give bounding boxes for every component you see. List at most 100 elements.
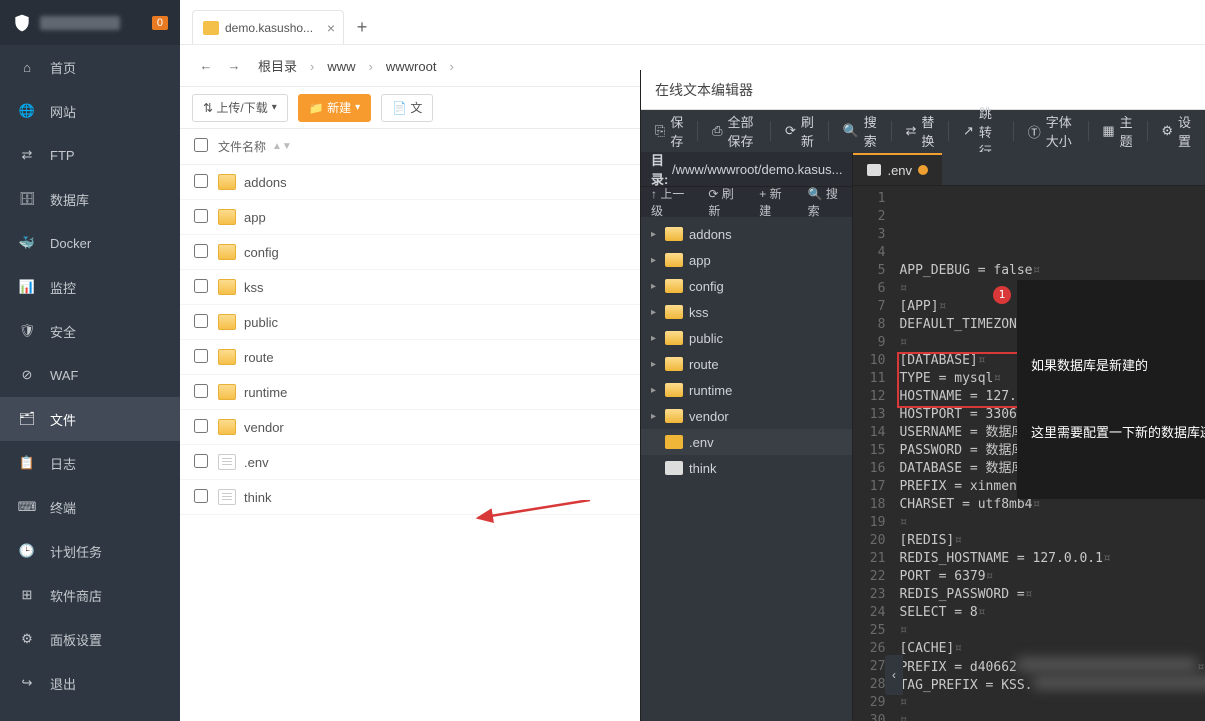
code-line[interactable]: PREFIX = d40662¤	[899, 658, 1205, 676]
editor-btn-5[interactable]: ↗跳转行	[949, 110, 1013, 152]
annotation-tooltip: 1 如果数据库是新建的 这里需要配置一下新的数据库连接参数	[1017, 280, 1205, 499]
collapse-handle[interactable]: ‹	[885, 655, 903, 695]
upload-download-button[interactable]: ⇅ 上传/下载 ▾	[192, 94, 288, 122]
editor-btn-0[interactable]: ⎘保存	[641, 110, 697, 152]
editor-btn-3[interactable]: 🔍搜索	[829, 110, 891, 152]
tab-demo[interactable]: demo.kasusho... ×	[192, 10, 344, 44]
code-line[interactable]: APP_DEBUG = false¤	[899, 262, 1205, 280]
sidebar-item-folder[interactable]: 🗂文件	[0, 397, 180, 441]
expand-icon[interactable]: ▸	[651, 385, 665, 396]
tree-item[interactable]: ▸public	[641, 325, 852, 351]
log-icon: 📋	[18, 454, 36, 472]
row-checkbox[interactable]	[194, 489, 208, 503]
folder-icon	[218, 349, 236, 365]
expand-icon[interactable]: ▸	[651, 359, 665, 370]
tree-item[interactable]: ▸app	[641, 247, 852, 273]
row-checkbox[interactable]	[194, 454, 208, 468]
sidebar-item-clock[interactable]: 🕒计划任务	[0, 529, 180, 573]
row-checkbox[interactable]	[194, 314, 208, 328]
code-line[interactable]: REDIS_HOSTNAME = 127.0.0.1¤	[899, 550, 1205, 568]
text-button[interactable]: 📄 文	[381, 94, 433, 122]
editor-btn-4[interactable]: ⇄替换	[891, 110, 948, 152]
tree-toolbar-button[interactable]: + 新建	[749, 187, 797, 217]
notification-badge[interactable]: 0	[152, 16, 168, 30]
code-line[interactable]: ¤	[899, 694, 1205, 712]
editor-btn-8[interactable]: ⚙设置	[1147, 110, 1205, 152]
code-line[interactable]: [REDIS]¤	[899, 532, 1205, 550]
tree-item[interactable]: .env	[641, 429, 852, 455]
code-line[interactable]: SELECT = 8¤	[899, 604, 1205, 622]
folder-icon: 📁	[309, 101, 324, 115]
expand-icon[interactable]: ▸	[651, 255, 665, 266]
close-icon[interactable]: ×	[327, 20, 335, 36]
back-button[interactable]: ←	[192, 52, 220, 80]
row-checkbox[interactable]	[194, 349, 208, 363]
sort-icon[interactable]: ▲▼	[272, 141, 292, 152]
editor-btn-6[interactable]: Ⓣ字体大小	[1014, 110, 1088, 152]
code-line[interactable]: ¤	[899, 514, 1205, 532]
editor-btn-7[interactable]: ▦主题	[1088, 110, 1146, 152]
editor-btn-1[interactable]: ⎙全部保存	[698, 110, 770, 152]
row-checkbox[interactable]	[194, 279, 208, 293]
code-line[interactable]: [CACHE]¤	[899, 640, 1205, 658]
file-name: route	[244, 350, 274, 365]
code-line[interactable]: ¤	[899, 712, 1205, 721]
sidebar-item-ftp[interactable]: ⇄FTP	[0, 133, 180, 177]
breadcrumb-item[interactable]: www	[317, 59, 365, 74]
sidebar-item-database[interactable]: 🗄数据库	[0, 177, 180, 221]
code-line[interactable]: TAG_PREFIX = KSS.35¤	[899, 676, 1205, 694]
sidebar-item-terminal[interactable]: ⌨终端	[0, 485, 180, 529]
sidebar-item-home[interactable]: ⌂首页	[0, 45, 180, 89]
breadcrumb-item[interactable]: wwwroot	[376, 59, 447, 74]
code-line[interactable]: ¤	[899, 622, 1205, 640]
expand-icon[interactable]: ▸	[651, 307, 665, 318]
chevron-right-icon: ›	[307, 59, 317, 74]
tree-item[interactable]: ▸kss	[641, 299, 852, 325]
row-checkbox[interactable]	[194, 209, 208, 223]
row-checkbox[interactable]	[194, 174, 208, 188]
sidebar-item-docker[interactable]: 🐳Docker	[0, 221, 180, 265]
sidebar-item-monitor[interactable]: 📊监控	[0, 265, 180, 309]
column-name[interactable]: 文件名称	[218, 138, 266, 155]
tree-item[interactable]: think	[641, 455, 852, 481]
tree-item[interactable]: ▸route	[641, 351, 852, 377]
tree-toolbar-button[interactable]: 🔍 搜索	[798, 187, 853, 217]
nav-label: 数据库	[50, 190, 89, 209]
breadcrumb-item[interactable]: 根目录	[248, 59, 307, 74]
tree-item[interactable]: ▸ addons	[641, 221, 852, 247]
sidebar-item-globe[interactable]: 🌐网站	[0, 89, 180, 133]
editor-tab-env[interactable]: .env	[853, 153, 942, 185]
tree-toolbar-button[interactable]: ⟳ 刷新	[698, 187, 749, 217]
tree-toolbar-button[interactable]: ↑ 上一级	[641, 187, 698, 217]
sidebar-item-log[interactable]: 📋日志	[0, 441, 180, 485]
sidebar-item-gear[interactable]: ⚙面板设置	[0, 617, 180, 661]
expand-icon[interactable]: ▸	[651, 411, 665, 422]
expand-icon[interactable]: ▸	[651, 281, 665, 292]
row-checkbox[interactable]	[194, 419, 208, 433]
line-gutter: 1234567891011121314151617181920212223242…	[853, 186, 893, 721]
tree-item-label: addons	[689, 227, 732, 242]
code-line[interactable]: PORT = 6379¤	[899, 568, 1205, 586]
code-lines[interactable]: 1 如果数据库是新建的 这里需要配置一下新的数据库连接参数 APP_DEBUG …	[893, 186, 1205, 721]
toolbar-label: 刷新	[801, 112, 814, 150]
expand-icon[interactable]: ▸	[651, 229, 665, 240]
clock-icon: 🕒	[18, 542, 36, 560]
forward-button[interactable]: →	[220, 52, 248, 80]
code-editor[interactable]: 1234567891011121314151617181920212223242…	[853, 186, 1205, 721]
code-line[interactable]: REDIS_PASSWORD =¤	[899, 586, 1205, 604]
toolbar-icon: ▦	[1102, 123, 1114, 139]
row-checkbox[interactable]	[194, 384, 208, 398]
row-checkbox[interactable]	[194, 244, 208, 258]
expand-icon[interactable]: ▸	[651, 333, 665, 344]
tab-add-button[interactable]: +	[348, 10, 376, 44]
select-all-checkbox[interactable]	[194, 138, 208, 152]
sidebar-item-apps[interactable]: ⊞软件商店	[0, 573, 180, 617]
tree-item[interactable]: ▸runtime	[641, 377, 852, 403]
tree-item[interactable]: ▸config	[641, 273, 852, 299]
tree-item[interactable]: ▸vendor	[641, 403, 852, 429]
sidebar-item-logout[interactable]: ↪退出	[0, 661, 180, 705]
sidebar-item-waf[interactable]: ⊘WAF	[0, 353, 180, 397]
sidebar-item-shield[interactable]: 🛡安全	[0, 309, 180, 353]
new-button[interactable]: 📁 新建 ▾	[298, 94, 371, 122]
editor-btn-2[interactable]: ⟳刷新	[771, 110, 828, 152]
